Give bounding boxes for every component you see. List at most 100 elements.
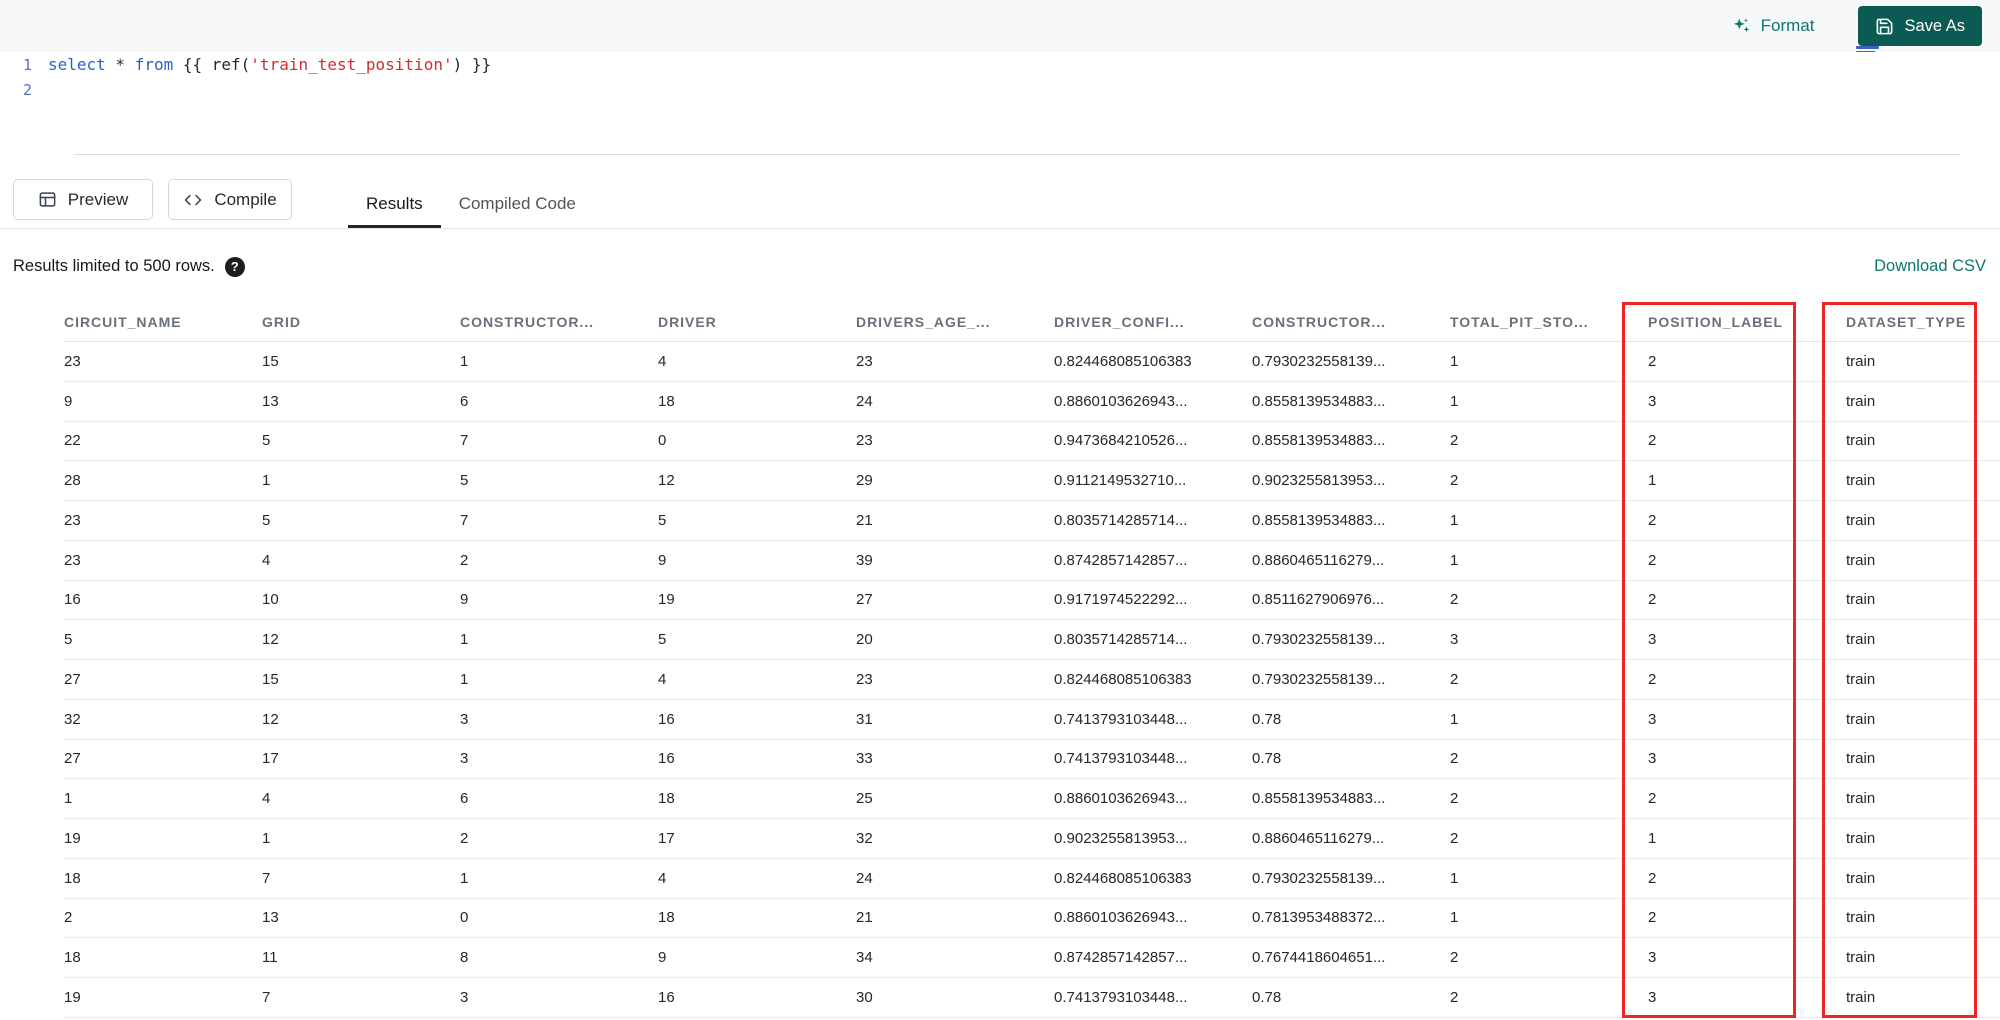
column-header: DATASET_TYPE bbox=[1846, 313, 1967, 330]
table-cell: 31 bbox=[856, 710, 873, 728]
table-cell: 1 bbox=[262, 472, 271, 490]
save-as-button[interactable]: Save As bbox=[1858, 6, 1982, 46]
active-line-underline bbox=[74, 154, 1960, 155]
table-cell: 4 bbox=[658, 670, 667, 688]
table-cell: 2 bbox=[64, 909, 73, 927]
table-cell: 0.8860103626943... bbox=[1054, 909, 1188, 927]
table-cell: 27 bbox=[64, 750, 81, 768]
table-cell: 1 bbox=[1450, 551, 1459, 569]
table-grid-icon bbox=[38, 190, 57, 209]
table-cell: 23 bbox=[856, 432, 873, 450]
table-cell: 1 bbox=[262, 829, 271, 847]
table-cell: 0.9171974522292... bbox=[1054, 591, 1188, 609]
column-header: DRIVER_CONFI... bbox=[1054, 313, 1185, 330]
table-cell: 5 bbox=[658, 631, 667, 649]
table-cell: 3 bbox=[1648, 750, 1657, 768]
table-cell: 1 bbox=[1648, 829, 1657, 847]
table-cell: 0.8511627906976... bbox=[1252, 591, 1385, 609]
table-cell: 2 bbox=[1648, 909, 1657, 927]
code-token: 'train_test_position' bbox=[250, 55, 453, 74]
preview-button[interactable]: Preview bbox=[13, 179, 153, 220]
table-cell: 1 bbox=[1450, 909, 1459, 927]
code-line-1[interactable]: 1 select * from {{ ref('train_test_posit… bbox=[0, 52, 2000, 77]
table-cell: 3 bbox=[460, 710, 469, 728]
table-cell: 16 bbox=[658, 710, 675, 728]
table-cell: train bbox=[1846, 710, 1876, 728]
table-cell: 29 bbox=[856, 472, 873, 490]
table-cell: train bbox=[1846, 472, 1876, 490]
column-header: CIRCUIT_NAME bbox=[64, 313, 182, 330]
sql-ide-page: Format Save As 1 select * from {{ ref('t… bbox=[0, 0, 2000, 1020]
table-cell: 19 bbox=[64, 829, 81, 847]
table-cell: 0.824468085106383 bbox=[1054, 352, 1192, 370]
table-row: 19 7 3 16 30 0.7413793103448... 0.78 2 3 train bbox=[64, 978, 2000, 1018]
table-cell: 11 bbox=[262, 949, 278, 967]
results-tabs: Results Compiled Code bbox=[348, 179, 594, 228]
table-cell: 30 bbox=[856, 988, 873, 1006]
code-line-2[interactable]: 2 bbox=[0, 77, 2000, 102]
column-header: CONSTRUCTOR... bbox=[460, 313, 595, 330]
table-cell: 0.9023255813953... bbox=[1054, 829, 1188, 847]
tab-compiled-code-label: Compiled Code bbox=[458, 193, 576, 213]
tabs-divider bbox=[0, 228, 2000, 229]
table-cell: train bbox=[1846, 511, 1876, 529]
table-cell: 3 bbox=[1648, 949, 1657, 967]
table-cell: 2 bbox=[1648, 869, 1657, 887]
table-cell: 25 bbox=[856, 790, 873, 808]
table-cell: 5 bbox=[262, 511, 271, 529]
table-cell: 18 bbox=[658, 790, 675, 808]
table-cell: 21 bbox=[856, 909, 873, 927]
table-row: 9 13 6 18 24 0.8860103626943... 0.855813953488… bbox=[64, 382, 2000, 422]
table-cell: 0.8742857142857... bbox=[1054, 949, 1188, 967]
table-cell: 4 bbox=[262, 790, 271, 808]
table-cell: 9 bbox=[658, 949, 667, 967]
table-cell: 23 bbox=[856, 352, 873, 370]
table-cell: 0.7930232558139... bbox=[1252, 352, 1386, 370]
table-cell: 2 bbox=[1450, 988, 1459, 1006]
tab-results[interactable]: Results bbox=[348, 179, 441, 228]
table-cell: 16 bbox=[658, 750, 675, 768]
table-header-row: CIRCUIT_NAME GRID CONSTRUCTOR... DRIVER DRIV… bbox=[64, 302, 2000, 342]
table-cell: 0.8035714285714... bbox=[1054, 511, 1188, 529]
table-cell: 23 bbox=[64, 511, 81, 529]
table-cell: 7 bbox=[262, 869, 271, 887]
table-cell: 21 bbox=[856, 511, 873, 529]
table-cell: 1 bbox=[460, 869, 469, 887]
table-cell: 0.8860103626943... bbox=[1054, 790, 1188, 808]
save-as-button-label: Save As bbox=[1904, 16, 1965, 35]
table-cell: 0.8860465116279... bbox=[1252, 829, 1385, 847]
table-cell: 0.824468085106383 bbox=[1054, 869, 1192, 887]
help-icon[interactable]: ? bbox=[224, 256, 245, 277]
sql-editor[interactable]: 1 select * from {{ ref('train_test_posit… bbox=[0, 52, 2000, 179]
tab-compiled-code[interactable]: Compiled Code bbox=[441, 179, 594, 228]
table-cell: 4 bbox=[658, 352, 667, 370]
table-cell: 7 bbox=[460, 511, 469, 529]
download-csv-link[interactable]: Download CSV bbox=[1874, 257, 1986, 276]
table-cell: 16 bbox=[64, 591, 81, 609]
table-cell: 12 bbox=[262, 631, 279, 649]
table-cell: train bbox=[1846, 551, 1876, 569]
table-cell: 2 bbox=[1450, 432, 1459, 450]
table-cell: 17 bbox=[658, 829, 675, 847]
table-cell: 3 bbox=[1648, 392, 1657, 410]
table-cell: 3 bbox=[460, 988, 469, 1006]
table-cell: 23 bbox=[856, 670, 873, 688]
table-cell: 18 bbox=[658, 392, 675, 410]
compile-button[interactable]: Compile bbox=[168, 179, 292, 220]
table-cell: 23 bbox=[64, 551, 81, 569]
results-table: CIRCUIT_NAME GRID CONSTRUCTOR... DRIVER DRIV… bbox=[0, 302, 2000, 1020]
table-cell: train bbox=[1846, 790, 1876, 808]
table-cell: 27 bbox=[64, 670, 81, 688]
table-cell: 5 bbox=[64, 631, 73, 649]
table-cell: 33 bbox=[856, 750, 873, 768]
column-header: DRIVERS_AGE_... bbox=[856, 313, 991, 330]
table-cell: 0.8558139534883... bbox=[1252, 432, 1386, 450]
table-cell: 17 bbox=[262, 750, 279, 768]
format-button[interactable]: Format bbox=[1725, 15, 1821, 37]
column-header: TOTAL_PIT_STO... bbox=[1450, 313, 1589, 330]
table-cell: 0.78 bbox=[1252, 710, 1282, 728]
table-cell: 19 bbox=[64, 988, 81, 1006]
table-cell: 7 bbox=[460, 432, 469, 450]
table-cell: train bbox=[1846, 909, 1876, 927]
code-token: ref( bbox=[211, 55, 251, 74]
